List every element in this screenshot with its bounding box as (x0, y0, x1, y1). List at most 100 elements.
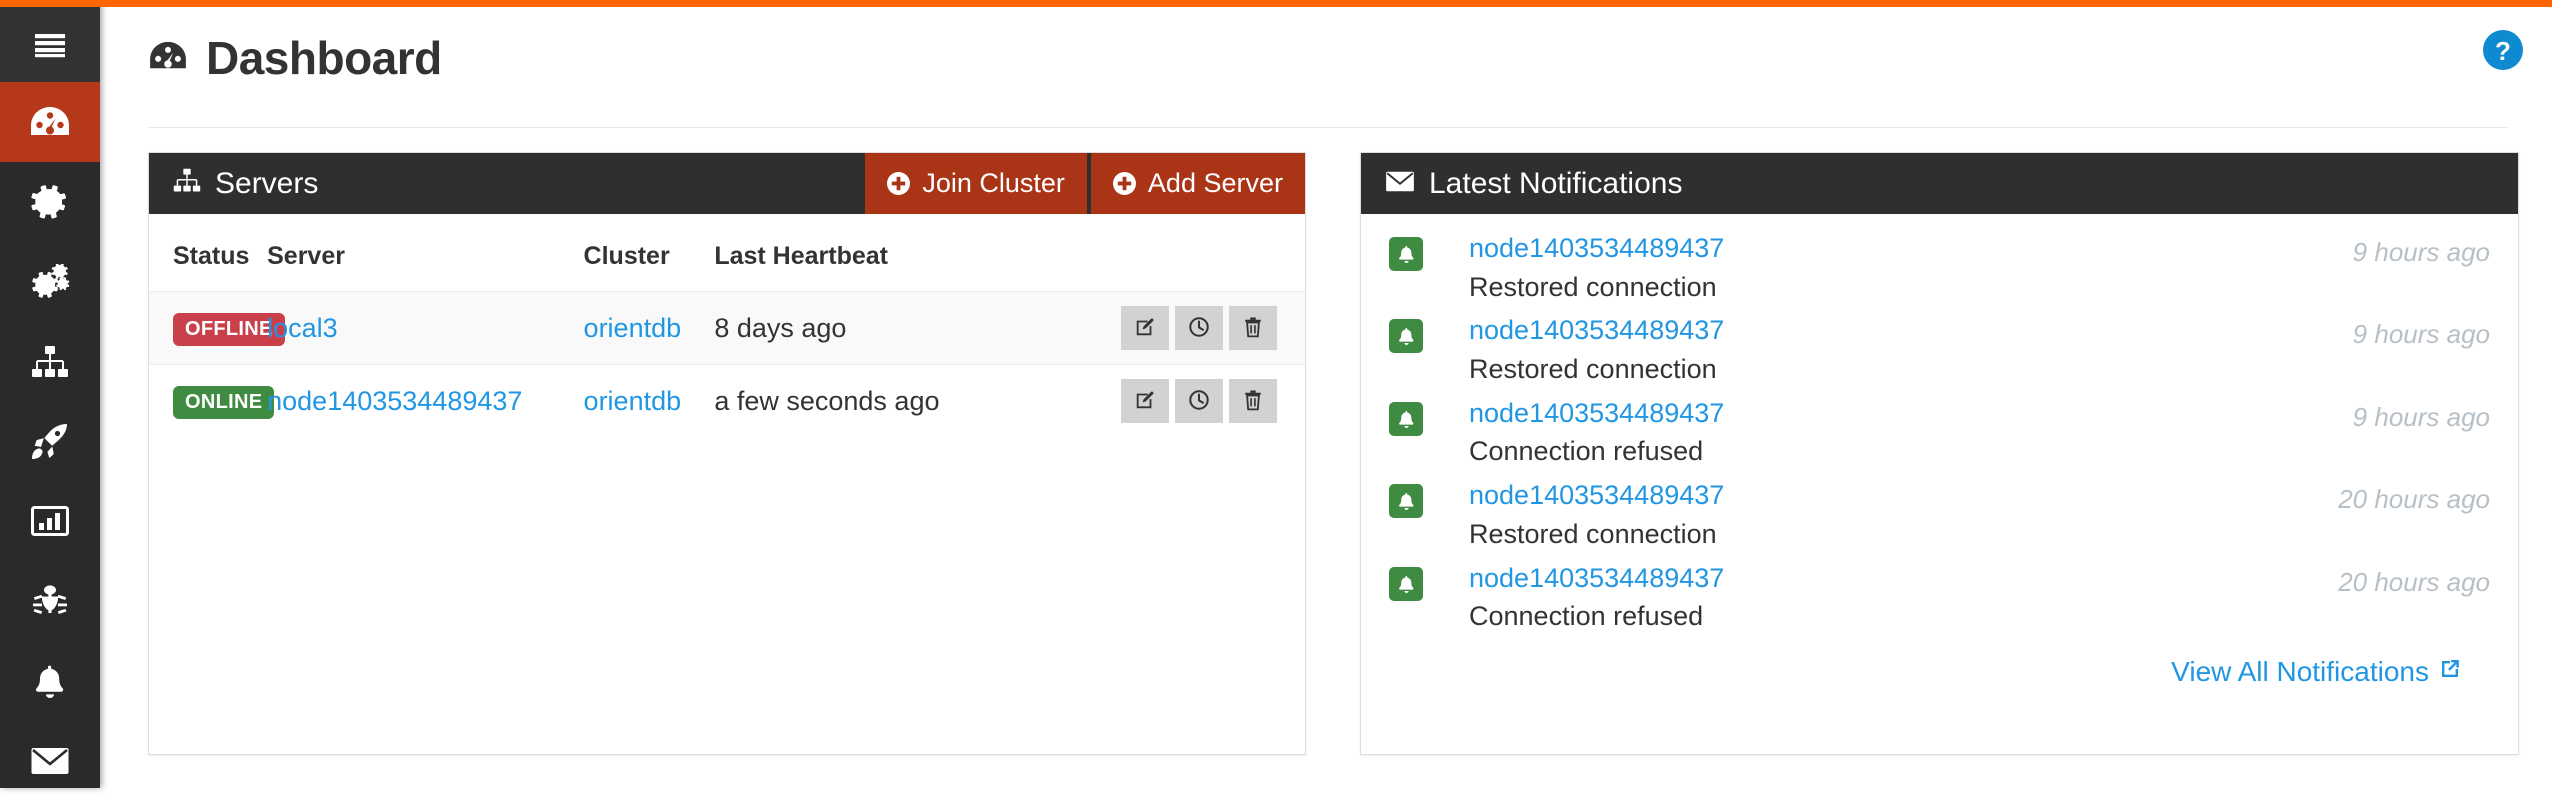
cell-status: ONLINE (149, 364, 275, 437)
servers-panel-title-group: Servers (173, 167, 318, 201)
notification-message: Restored connection (1469, 518, 1717, 549)
row-action-group (1062, 379, 1305, 423)
add-server-label: Add Server (1147, 168, 1283, 198)
table-row[interactable]: ONLINE node1403534489437 orientdb a few … (149, 364, 1305, 437)
notification-timestamp: 9 hours ago (2352, 319, 2490, 350)
envelope-icon (1385, 167, 1415, 201)
server-link[interactable]: node1403534489437 (267, 386, 522, 416)
notification-content: node1403534489437 Restored connection (1423, 316, 2353, 384)
column-header-status: Status (173, 242, 250, 270)
notification-message: Restored connection (1469, 271, 1717, 302)
notification-content: node1403534489437 Restored connection (1423, 233, 2353, 302)
cell-status: OFFLINE (149, 291, 285, 365)
external-link-icon (2438, 657, 2462, 686)
list-item[interactable]: node1403534489437 Restored connection 9 … (1389, 233, 2490, 302)
clock-icon (1188, 316, 1210, 341)
edit-server-button[interactable] (1121, 306, 1169, 350)
envelope-icon (27, 738, 73, 784)
servers-table-head: Status Server Cluster Last Heartbeat (149, 214, 1305, 292)
notification-node-link[interactable]: node1403534489437 (1469, 480, 1724, 510)
servers-panel: Servers Join Cluster Add Server Status S… (148, 152, 1306, 755)
servers-panel-header: Servers Join Cluster Add Server (149, 153, 1305, 214)
bell-icon (1389, 484, 1423, 519)
notification-node-link[interactable]: node1403534489437 (1469, 233, 1724, 263)
column-header-heartbeat: Last Heartbeat (714, 242, 888, 270)
delete-server-button[interactable] (1229, 306, 1277, 350)
server-link[interactable]: local3 (267, 313, 338, 343)
bell-icon (1389, 319, 1423, 354)
sidebar-item-menu-toggle[interactable] (0, 7, 100, 82)
bar-chart-icon (27, 498, 73, 544)
sidebar-item-metrics[interactable] (0, 481, 100, 561)
notification-message: Connection refused (1469, 601, 1704, 632)
bell-icon (1389, 566, 1423, 601)
column-header-server: Server (267, 242, 345, 270)
servers-table: Status Server Cluster Last Heartbeat OFF… (149, 214, 1305, 437)
edit-server-button[interactable] (1121, 379, 1169, 423)
sidebar-item-debug[interactable] (0, 561, 100, 641)
dashboard-gauge-icon (27, 99, 73, 145)
cluster-link[interactable]: orientdb (584, 313, 682, 343)
svg-text:?: ? (2495, 36, 2511, 66)
question-circle-icon[interactable]: ? (2482, 29, 2524, 71)
rocket-icon (27, 418, 73, 464)
notifications-panel-title-group: Latest Notifications (1385, 167, 1682, 201)
notifications-panel-header: Latest Notifications (1361, 153, 2518, 214)
join-cluster-button[interactable]: Join Cluster (865, 153, 1087, 214)
list-item[interactable]: node1403534489437 Restored connection 20… (1389, 480, 2490, 549)
sidebar-item-dashboard[interactable] (0, 82, 100, 162)
cell-actions (1062, 364, 1305, 437)
notification-node-link[interactable]: node1403534489437 (1469, 563, 1724, 593)
notification-node-link[interactable]: node1403534489437 (1469, 315, 1724, 346)
list-item[interactable]: node1403534489437 Connection refused 9 h… (1389, 398, 2490, 467)
sidebar-item-settings[interactable] (0, 162, 100, 242)
cluster-link[interactable]: orientdb (584, 386, 682, 416)
edit-icon (1134, 389, 1156, 414)
sidebar-item-cogs[interactable] (0, 242, 100, 322)
sidebar-item-messages[interactable] (0, 721, 100, 801)
notification-timestamp: 9 hours ago (2352, 401, 2490, 432)
notification-timestamp: 20 hours ago (2338, 566, 2490, 597)
add-server-button[interactable]: Add Server (1090, 153, 1305, 214)
sidebar-item-deploy[interactable] (0, 401, 100, 481)
view-all-notifications-link[interactable]: View All Notifications (2171, 656, 2429, 688)
notification-content: node1403534489437 Connection refused (1423, 398, 2353, 467)
bell-icon (1389, 237, 1423, 271)
servers-panel-title: Servers (215, 166, 319, 200)
header-divider (148, 127, 2508, 128)
sidebar-inner (0, 7, 100, 788)
servers-table-body: OFFLINE local3 orientdb 8 days ago ONLIN… (149, 291, 1305, 437)
list-item[interactable]: node1403534489437 Restored connection 9 … (1389, 316, 2490, 384)
bell-icon (1389, 401, 1423, 436)
column-header-cluster: Cluster (583, 242, 670, 270)
cell-server: node1403534489437 (267, 364, 584, 437)
trash-icon (1243, 316, 1263, 341)
page-title: Dashboard (206, 32, 442, 84)
table-header-row: Status Server Cluster Last Heartbeat (149, 214, 1305, 292)
hamburger-menu-icon (27, 22, 73, 68)
clock-icon (1188, 389, 1210, 414)
sitemap-icon (173, 167, 201, 201)
plus-circle-icon (887, 172, 911, 195)
history-button[interactable] (1175, 306, 1223, 350)
delete-server-button[interactable] (1229, 379, 1277, 423)
history-button[interactable] (1175, 379, 1223, 423)
sidebar-item-alerts[interactable] (0, 641, 100, 721)
cell-heartbeat: a few seconds ago (714, 364, 1063, 437)
notification-message: Restored connection (1469, 354, 1717, 385)
notification-timestamp: 20 hours ago (2338, 484, 2490, 515)
status-badge: ONLINE (173, 385, 275, 419)
sitemap-icon (27, 339, 73, 385)
notification-content: node1403534489437 Restored connection (1423, 480, 2338, 549)
list-item[interactable]: node1403534489437 Connection refused 20 … (1389, 563, 2490, 632)
page-title-row: Dashboard (148, 35, 442, 81)
join-cluster-label: Join Cluster (922, 168, 1065, 198)
page-header: Dashboard ? (100, 7, 2552, 142)
notification-node-link[interactable]: node1403534489437 (1469, 398, 1724, 428)
bell-icon (27, 658, 73, 704)
edit-icon (1134, 316, 1156, 341)
table-row[interactable]: OFFLINE local3 orientdb 8 days ago (149, 291, 1305, 365)
dashboard-gauge-icon (148, 40, 188, 77)
plus-circle-icon (1112, 172, 1136, 195)
sidebar-item-cluster[interactable] (0, 322, 100, 402)
